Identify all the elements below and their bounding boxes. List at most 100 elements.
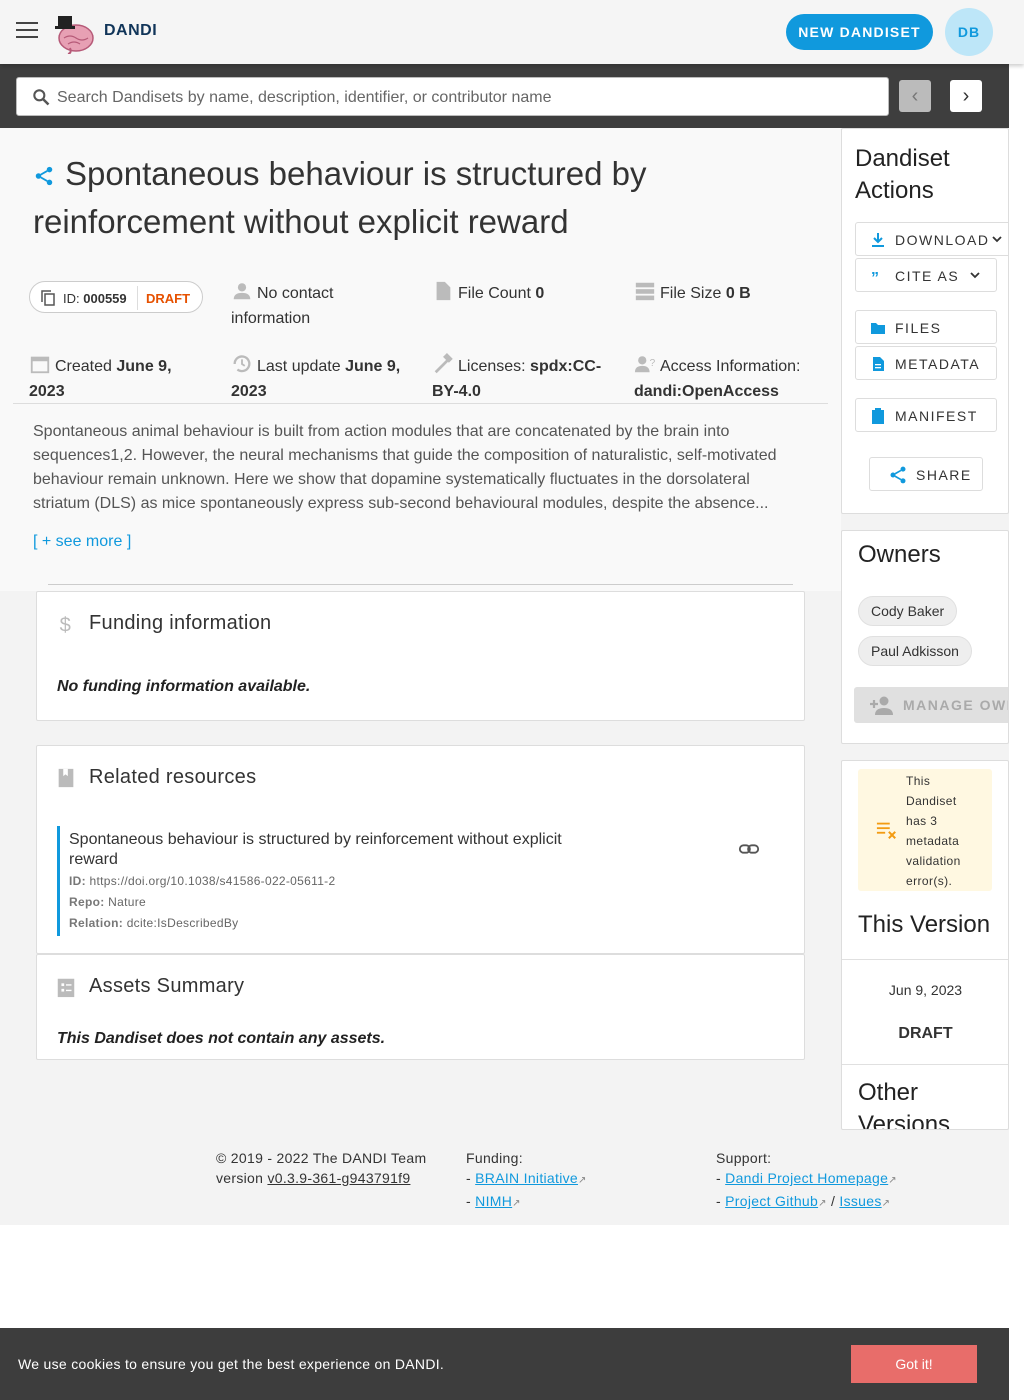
assets-empty: This Dandiset does not contain any asset… bbox=[57, 1030, 386, 1047]
funding-link-row: - NIMH↗ bbox=[466, 1191, 587, 1214]
updated-date: Last update June 9, 2023 bbox=[231, 353, 416, 404]
search-input[interactable]: Search Dandisets by name, description, i… bbox=[16, 77, 889, 116]
access-value: dandi:OpenAccess bbox=[634, 383, 779, 400]
funding-link-row: - BRAIN Initiative↗ bbox=[466, 1168, 587, 1191]
chevron-right-icon[interactable]: › bbox=[950, 80, 982, 112]
link-icon[interactable] bbox=[738, 838, 760, 860]
bullet-dash: - bbox=[466, 1193, 471, 1209]
dollar-icon: $ bbox=[60, 614, 71, 636]
cookie-text: We use cookies to ensure you get the bes… bbox=[18, 1356, 445, 1372]
other-versions-title: Other Versions bbox=[858, 1077, 951, 1130]
svg-text:”: ” bbox=[871, 270, 881, 284]
resource-id-value: https://doi.org/10.1038/s41586-022-05611… bbox=[89, 874, 336, 888]
external-link-icon: ↗ bbox=[512, 1198, 521, 1209]
version-name[interactable]: DRAFT bbox=[842, 1025, 1008, 1043]
id-label: ID: bbox=[63, 291, 80, 306]
menu-icon[interactable] bbox=[16, 22, 38, 40]
section-divider bbox=[48, 584, 793, 585]
person-icon bbox=[233, 283, 251, 300]
actions-title-line2: Actions bbox=[855, 177, 934, 204]
related-card: Related resources Spontaneous behaviour … bbox=[36, 745, 805, 954]
cite-label: CITE AS bbox=[895, 268, 960, 284]
download-label: DOWNLOAD bbox=[895, 232, 990, 248]
bullet-dash: - bbox=[716, 1193, 721, 1209]
search-bar: Search Dandisets by name, description, i… bbox=[0, 64, 1009, 128]
chevron-down-icon bbox=[970, 272, 980, 279]
manifest-button[interactable]: MANIFEST bbox=[855, 398, 997, 432]
bullet-dash: - bbox=[716, 1170, 721, 1186]
funding-label: Funding: bbox=[466, 1150, 523, 1166]
github-link[interactable]: Project Github bbox=[725, 1193, 818, 1209]
file-size-value: 0 B bbox=[725, 285, 751, 302]
licenses: Licenses: spdx:CC-BY-4.0 bbox=[432, 353, 622, 404]
access-info: ? Access Information: dandi:OpenAccess bbox=[634, 353, 814, 404]
metadata-button[interactable]: METADATA bbox=[855, 346, 997, 380]
resource-title: Spontaneous behaviour is structured by r… bbox=[69, 831, 562, 868]
dandi-logo-icon[interactable] bbox=[52, 10, 96, 54]
file-size: File Size 0 B bbox=[634, 280, 751, 306]
share-button[interactable]: SHARE bbox=[869, 457, 983, 491]
external-link-icon: ↗ bbox=[578, 1175, 587, 1186]
related-title: Related resources bbox=[89, 766, 257, 788]
external-link-icon: ↗ bbox=[881, 1198, 891, 1209]
issues-link[interactable]: Issues bbox=[839, 1193, 881, 1209]
homepage-link[interactable]: Dandi Project Homepage bbox=[725, 1170, 888, 1186]
validation-warning-text: This Dandiset has 3 metadata validation … bbox=[906, 774, 961, 888]
external-link-icon: ↗ bbox=[818, 1198, 827, 1209]
chevron-left-icon[interactable]: ‹ bbox=[899, 80, 931, 112]
search-icon bbox=[33, 89, 50, 106]
storage-icon bbox=[635, 282, 655, 301]
new-dandiset-button[interactable]: NEW DANDISET bbox=[786, 14, 933, 50]
version-date: Jun 9, 2023 bbox=[888, 982, 963, 998]
download-icon bbox=[872, 233, 884, 247]
cite-as-button[interactable]: ” CITE AS bbox=[855, 258, 997, 292]
funding-card: $ Funding information No funding informa… bbox=[36, 591, 805, 721]
nimh-link[interactable]: NIMH bbox=[475, 1193, 512, 1209]
resource-relation-value: dcite:IsDescribedBy bbox=[126, 916, 239, 930]
owner-chip: Paul Adkisson bbox=[858, 636, 972, 666]
page-title: Spontaneous behaviour is structured by r… bbox=[33, 155, 647, 240]
copy-icon[interactable] bbox=[41, 290, 55, 306]
files-button[interactable]: FILES bbox=[855, 310, 997, 344]
cookie-accept-button[interactable]: Got it! bbox=[851, 1345, 977, 1383]
footer-funding: Funding: - BRAIN Initiative↗ - NIMH↗ bbox=[466, 1148, 587, 1214]
id-chip[interactable]: ID: 000559 DRAFT bbox=[29, 281, 203, 313]
footer-support: Support: - Dandi Project Homepage↗ - Pro… bbox=[716, 1148, 897, 1214]
scrollbar[interactable] bbox=[1009, 64, 1024, 1400]
other-versions-line2: Versions bbox=[858, 1111, 951, 1130]
cookie-banner: We use cookies to ensure you get the bes… bbox=[0, 1328, 1009, 1400]
file-count-value: 0 bbox=[535, 285, 545, 302]
actions-title-line1: Dandiset bbox=[855, 145, 950, 172]
person-question-icon: ? bbox=[634, 356, 656, 373]
download-button[interactable]: DOWNLOAD bbox=[855, 222, 1008, 256]
header-divider bbox=[13, 403, 828, 404]
version-link[interactable]: v0.3.9-361-g943791f9 bbox=[267, 1170, 410, 1186]
validation-warning[interactable]: This Dandiset has 3 metadata validation … bbox=[858, 769, 992, 891]
description: Spontaneous animal behaviour is built fr… bbox=[33, 423, 777, 512]
svg-text:$: $ bbox=[60, 614, 71, 636]
brain-initiative-link[interactable]: BRAIN Initiative bbox=[475, 1170, 578, 1186]
search-placeholder: Search Dandisets by name, description, i… bbox=[57, 89, 552, 106]
created-date: Created June 9, 2023 bbox=[29, 353, 209, 404]
folder-icon bbox=[871, 323, 885, 334]
resource-repo: Repo: Nature bbox=[69, 895, 146, 909]
version-prefix: version bbox=[216, 1170, 264, 1186]
chip-divider bbox=[137, 286, 138, 310]
list-item: Spontaneous behaviour is structured by r… bbox=[57, 826, 787, 936]
resource-id: ID: https://doi.org/10.1038/s41586-022-0… bbox=[69, 874, 335, 888]
external-link-icon: ↗ bbox=[888, 1175, 897, 1186]
manage-owners-button[interactable]: MANAGE OWNERS bbox=[854, 687, 1008, 723]
status-badge: DRAFT bbox=[146, 291, 191, 306]
user-avatar[interactable]: DB bbox=[945, 8, 993, 56]
share-label: SHARE bbox=[916, 467, 972, 483]
file-size-label: File Size bbox=[660, 285, 722, 302]
manifest-label: MANIFEST bbox=[895, 408, 978, 424]
owner-chip: Cody Baker bbox=[858, 596, 958, 626]
brand-name[interactable]: DANDI bbox=[104, 22, 157, 40]
see-more-link[interactable]: [ + see more ] bbox=[33, 533, 131, 551]
id-value: 000559 bbox=[83, 291, 127, 306]
version-line: version v0.3.9-361-g943791f9 bbox=[216, 1168, 426, 1188]
contact-info: No contact information bbox=[231, 280, 411, 331]
owners-title: Owners bbox=[858, 541, 941, 568]
owners-panel: Owners Cody Baker Paul Adkisson MANAGE O… bbox=[841, 530, 1009, 744]
